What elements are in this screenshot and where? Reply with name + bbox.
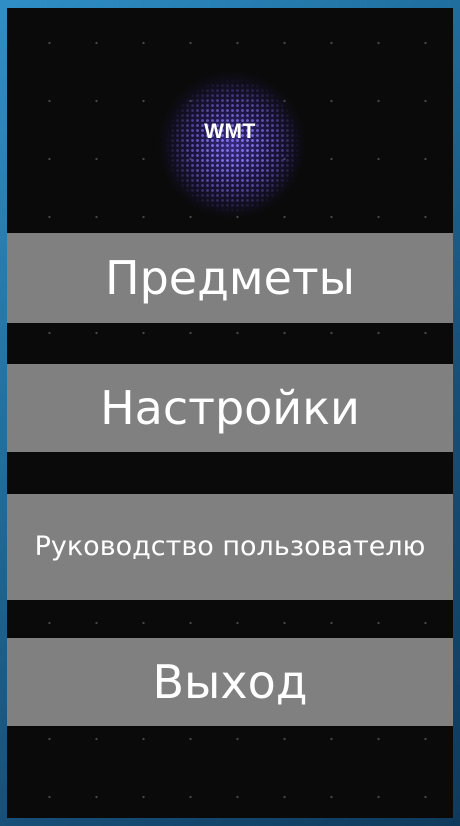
user-guide-button[interactable]: Руководство пользователю [7,494,453,600]
settings-button[interactable]: Настройки [7,364,453,452]
logo-dot-pattern [165,78,301,214]
main-menu-screen: WMT Предметы Настройки Руководство польз… [7,8,453,818]
user-guide-button-label: Руководство пользователю [34,531,426,563]
items-button[interactable]: Предметы [7,233,453,323]
exit-button[interactable]: Выход [7,638,453,726]
items-button-label: Предметы [104,251,355,305]
logo-area: WMT [7,8,453,233]
settings-button-label: Настройки [100,381,360,435]
exit-button-label: Выход [152,655,308,709]
app-logo-text: WMT [204,120,256,143]
